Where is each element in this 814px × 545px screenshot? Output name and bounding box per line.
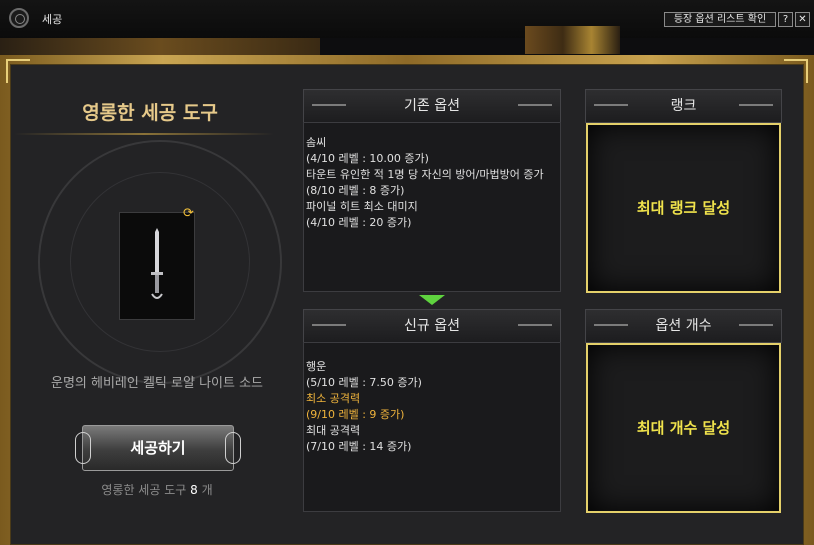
option-list-button[interactable]: 등장 옵션 리스트 확인	[664, 12, 776, 27]
option-line: 파이널 히트 최소 대미지	[306, 200, 418, 213]
header-ornament	[594, 104, 628, 106]
option-line: (4/10 레벨 : 10.00 증가)	[306, 152, 429, 165]
option-line: 최대 공격력	[306, 424, 361, 437]
option-line: (4/10 레벨 : 20 증가)	[306, 216, 412, 229]
option-line: (8/10 레벨 : 8 증가)	[306, 184, 405, 197]
tool-count-label: 영롱한 세공 도구	[101, 483, 187, 497]
option-line: (5/10 레벨 : 7.50 증가)	[306, 376, 422, 389]
rank-title: 랭크	[670, 98, 697, 114]
item-name: 운명의 헤비레인 켈틱 로얄 나이트 소드	[50, 376, 264, 391]
header-ornament	[594, 324, 628, 326]
header-ornament	[739, 104, 773, 106]
option-line: 타운트 유인한 적 1명 당 자신의 방어/마법방어 증가	[306, 168, 544, 181]
search-icon	[9, 8, 29, 28]
frame-corner-ornament	[6, 59, 30, 83]
header-ornament	[312, 104, 346, 106]
new-options-title: 신규 옵션	[404, 318, 460, 334]
tool-count: 영롱한 세공 도구 8 개	[0, 481, 314, 498]
tool-count-value: 8	[190, 483, 198, 497]
option-line: 최소 공격력	[306, 392, 361, 405]
title-divider	[14, 133, 274, 135]
title-bar: 세공 등장 옵션 리스트 확인 ? ✕	[0, 0, 814, 38]
option-count-title: 옵션 개수	[655, 318, 712, 334]
background-scene-left	[0, 38, 320, 55]
background-scene	[525, 26, 620, 54]
option-line: (7/10 레벨 : 14 증가)	[306, 440, 412, 453]
sword-icon	[151, 228, 163, 299]
refine-button[interactable]: 세공하기	[75, 425, 241, 471]
option-line: 행운	[306, 360, 327, 373]
close-button[interactable]: ✕	[795, 12, 810, 27]
option-count-status: 최대 개수 달성	[586, 343, 781, 513]
frame-corner-ornament	[784, 59, 808, 83]
existing-options-header: 기존 옵션	[303, 89, 561, 123]
help-button[interactable]: ?	[778, 12, 793, 27]
header-ornament	[312, 324, 346, 326]
refresh-icon[interactable]: ⟳	[183, 206, 194, 221]
option-count-header: 옵션 개수	[585, 309, 782, 343]
window-title: 세공	[42, 13, 63, 26]
tool-count-unit: 개	[201, 483, 213, 497]
down-arrow-icon	[419, 295, 445, 305]
new-options-header: 신규 옵션	[303, 309, 561, 343]
existing-options-title: 기존 옵션	[404, 98, 460, 114]
option-line: (9/10 레벨 : 9 증가)	[306, 408, 405, 421]
header-ornament	[739, 324, 773, 326]
rank-header: 랭크	[585, 89, 782, 123]
header-ornament	[518, 104, 552, 106]
option-line: 솜씨	[306, 136, 327, 149]
rank-status: 최대 랭크 달성	[586, 123, 781, 293]
header-ornament	[518, 324, 552, 326]
tool-title: 영롱한 세공 도구	[82, 102, 218, 124]
